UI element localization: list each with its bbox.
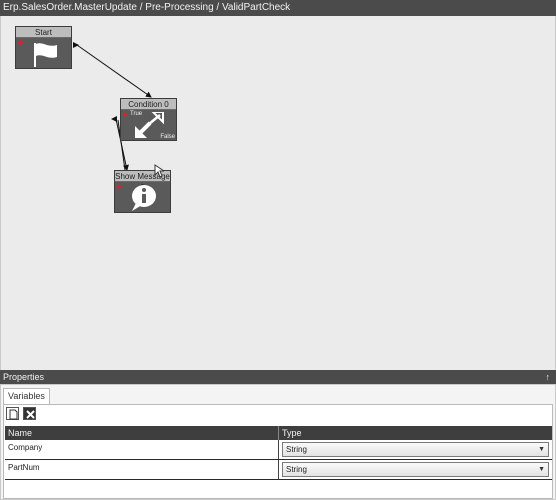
delete-variable-button[interactable] <box>23 407 37 420</box>
table-row[interactable]: Company String ▼ <box>5 440 552 460</box>
column-name[interactable]: Name <box>5 426 279 440</box>
add-icon[interactable]: + <box>116 182 122 193</box>
properties-title: Properties <box>3 372 45 382</box>
chevron-down-icon: ▼ <box>538 466 545 473</box>
variable-name-cell[interactable]: Company <box>5 440 279 459</box>
variable-name-cell[interactable]: PartNum <box>5 460 279 479</box>
start-output-port[interactable] <box>73 42 79 48</box>
table-row[interactable]: PartNum String ▼ <box>5 460 552 480</box>
grid-header: Name Type <box>5 426 552 440</box>
properties-panel: Variables Name Type Company String ▼ Par… <box>0 384 556 500</box>
connector-lines <box>73 42 152 171</box>
pin-icon[interactable]: ↑ <box>546 370 551 384</box>
chevron-down-icon: ▼ <box>538 446 545 453</box>
condition-node[interactable]: Condition 0 + True False <box>120 98 177 141</box>
start-node[interactable]: Start + <box>15 26 72 69</box>
close-icon <box>26 410 35 419</box>
properties-header: Properties ↑ <box>0 370 556 384</box>
variable-type-dropdown[interactable]: String ▼ <box>282 462 549 477</box>
variables-grid: Name Type Company String ▼ PartNum Strin… <box>5 426 552 480</box>
variable-type-value: String <box>286 445 307 454</box>
variables-panel: Name Type Company String ▼ PartNum Strin… <box>3 404 553 499</box>
variables-toolbar <box>6 407 37 421</box>
flag-icon <box>34 43 57 67</box>
mouse-cursor-icon <box>154 164 164 178</box>
column-type[interactable]: Type <box>279 426 552 440</box>
branch-arrows-icon <box>135 112 164 138</box>
tab-variables[interactable]: Variables <box>3 388 50 404</box>
variable-type-dropdown[interactable]: String ▼ <box>282 442 549 457</box>
workflow-canvas[interactable]: Start + Condition 0 + True False Show Me… <box>0 16 556 370</box>
new-document-icon <box>9 409 18 420</box>
add-icon[interactable]: + <box>17 38 23 49</box>
new-variable-button[interactable] <box>6 407 19 420</box>
breadcrumb: Erp.SalesOrder.MasterUpdate / Pre-Proces… <box>0 0 556 16</box>
condition-node-title: Condition 0 <box>121 99 176 110</box>
info-bubble-icon <box>132 185 156 211</box>
variable-type-value: String <box>286 465 307 474</box>
condition-input-port[interactable] <box>111 116 117 122</box>
add-icon[interactable]: + <box>122 110 128 121</box>
start-node-title: Start <box>16 27 71 38</box>
connector-start-condition <box>76 44 152 98</box>
